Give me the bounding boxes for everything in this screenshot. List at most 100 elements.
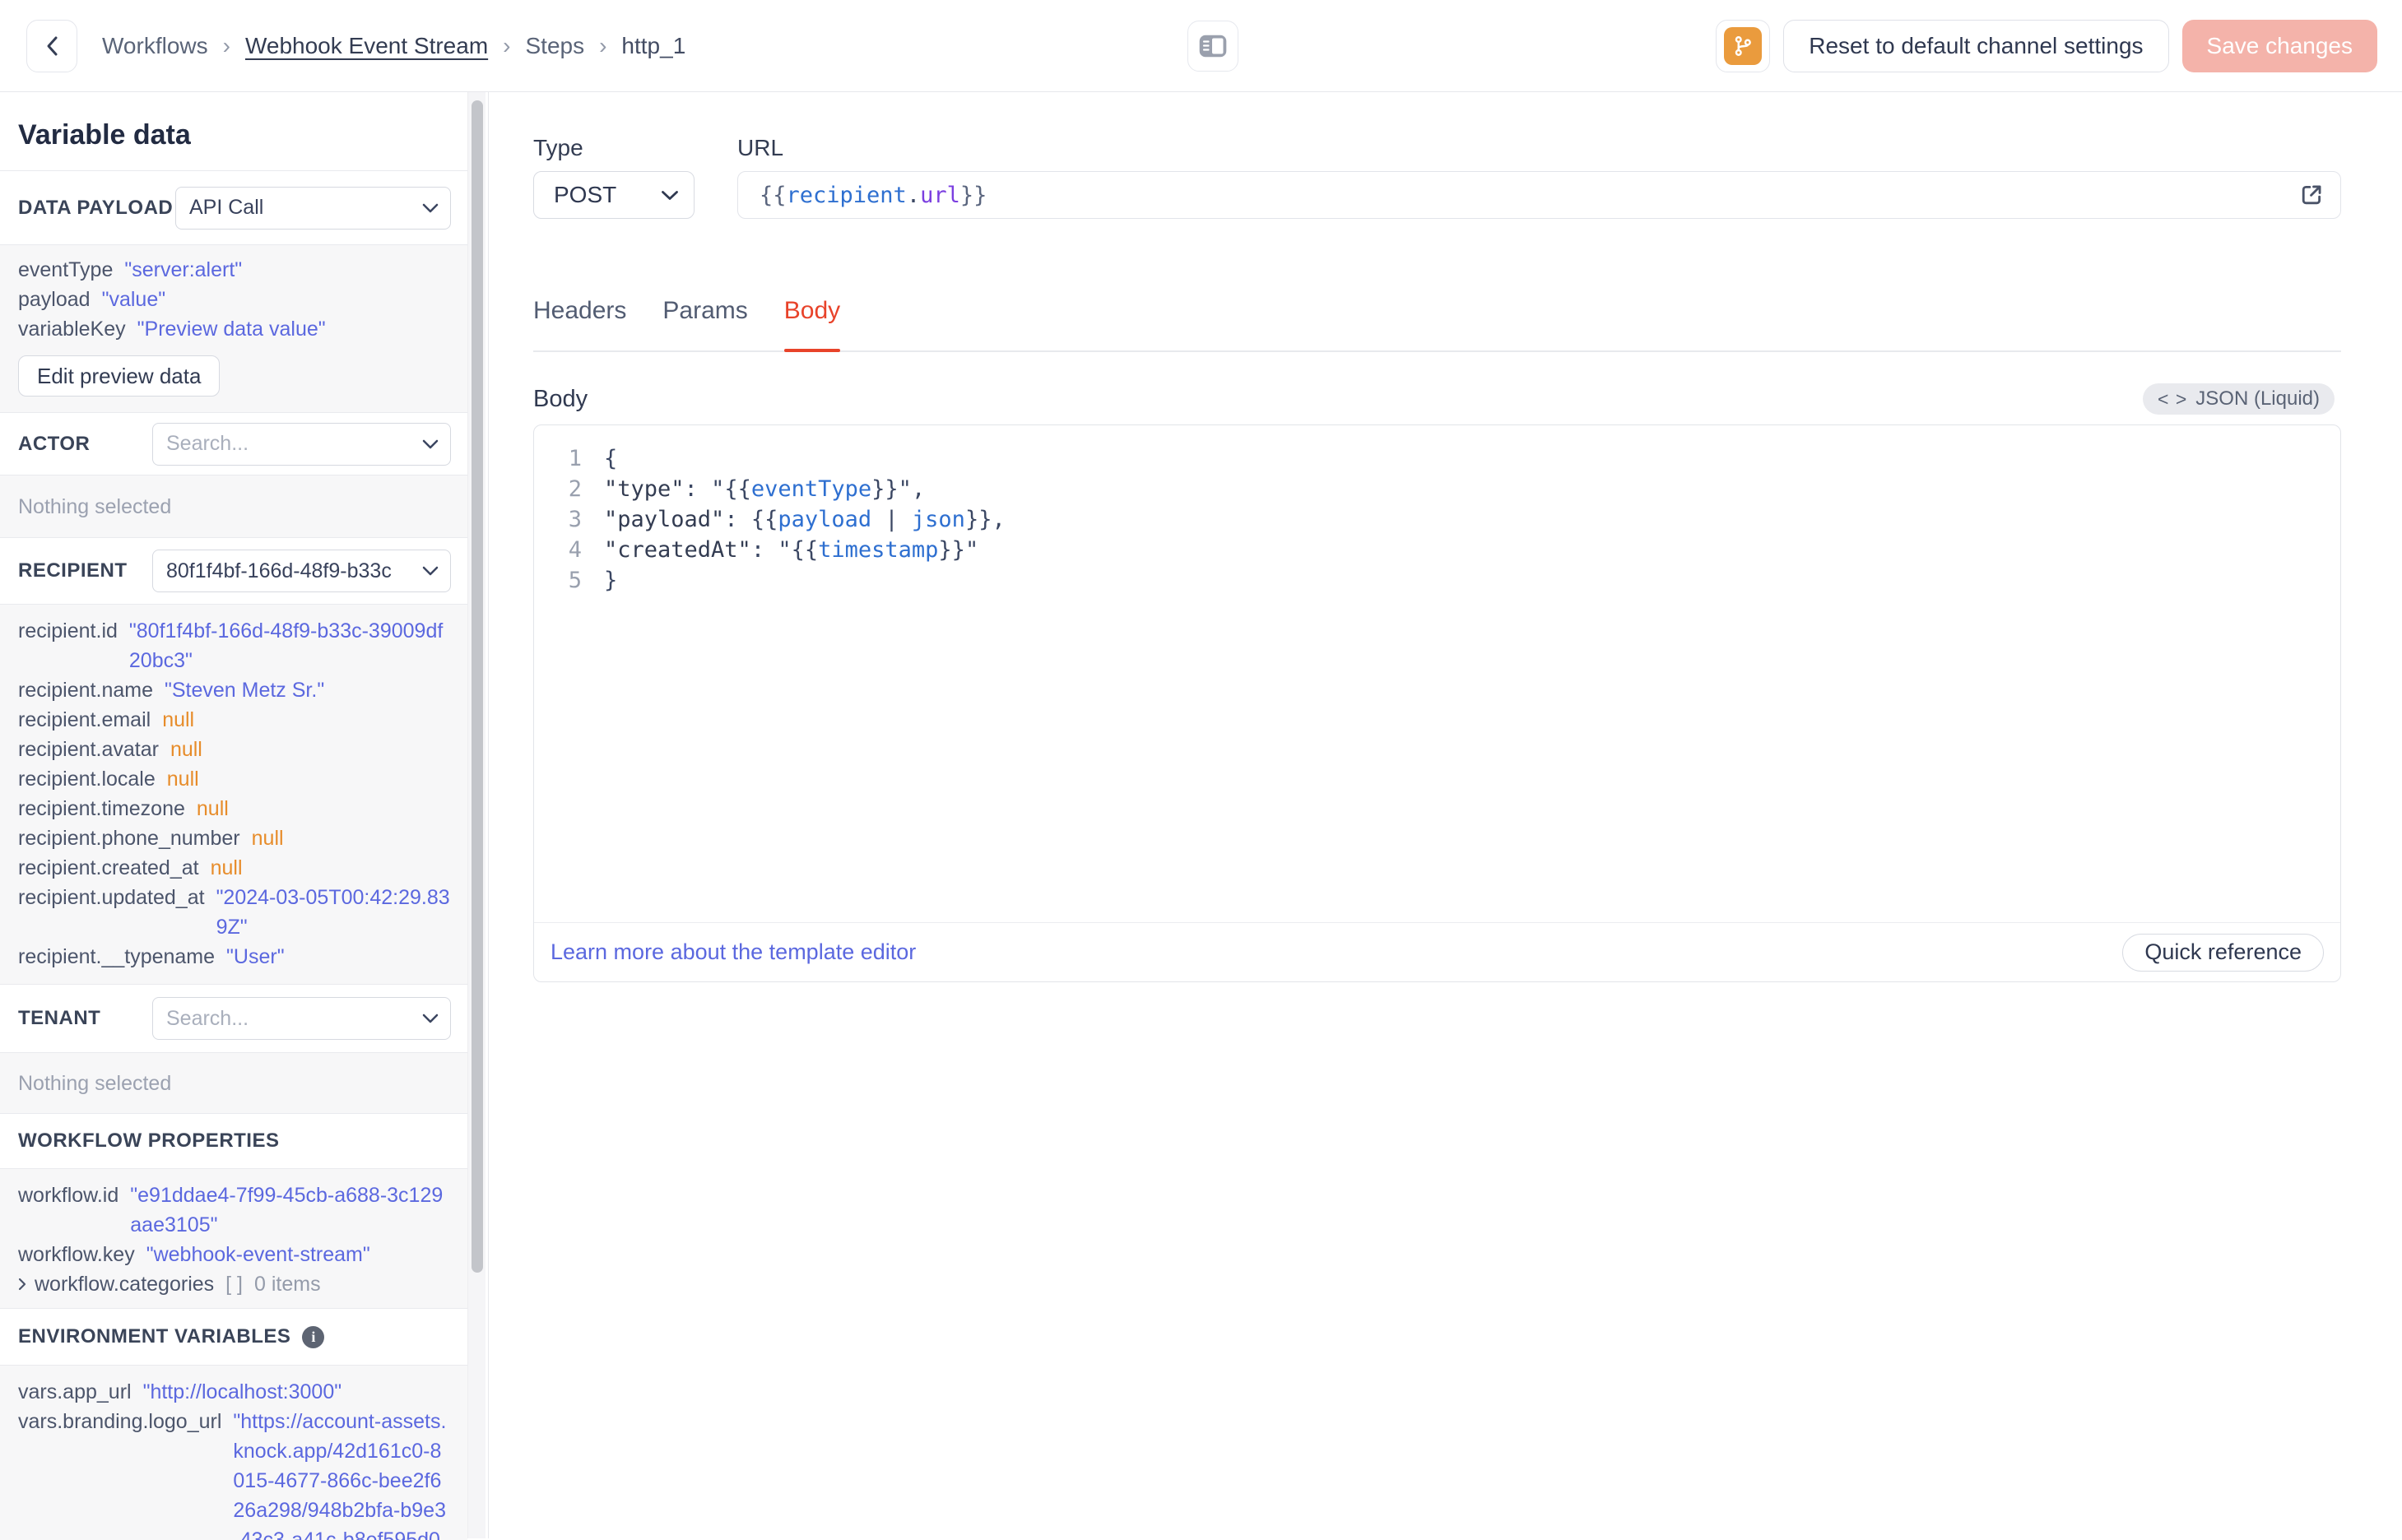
workflow-categories-expander[interactable]: workflow.categories [ ] 0 items bbox=[18, 1269, 451, 1299]
property-key: recipient.__typename bbox=[18, 945, 216, 968]
property-row: payload "value" bbox=[18, 285, 451, 314]
code-token: , bbox=[992, 507, 1006, 532]
property-value: "server:alert" bbox=[124, 258, 243, 281]
header-actions: Reset to default channel settings Save c… bbox=[1716, 19, 2377, 72]
property-value: "Preview data value" bbox=[137, 318, 326, 341]
workflow-categories-key: workflow.categories bbox=[35, 1273, 215, 1296]
editor-mode-badge: < > JSON (Liquid) bbox=[2143, 383, 2335, 415]
property-row: vars.app_url "http://localhost:3000" bbox=[18, 1377, 451, 1407]
type-label: Type bbox=[533, 135, 583, 160]
data-payload-selected-value: API Call bbox=[189, 196, 264, 219]
workflow-categories-brackets: [ ] bbox=[225, 1273, 243, 1296]
property-key: recipient.updated_at bbox=[18, 886, 205, 909]
tab-body[interactable]: Body bbox=[783, 296, 841, 352]
property-value: "e91ddae4-7f99-45cb-a688-3c129aae3105" bbox=[130, 1184, 444, 1236]
url-token: }} bbox=[959, 182, 987, 208]
chevron-down-icon bbox=[661, 190, 679, 201]
code-token: {{ bbox=[724, 476, 751, 502]
code-token: }} bbox=[964, 507, 992, 532]
url-token: . bbox=[906, 182, 921, 208]
variable-data-panel: Variable data DATA PAYLOAD API Call even… bbox=[0, 92, 489, 1540]
environment-variables-label: ENVIRONMENT VARIABLES bbox=[18, 1325, 291, 1348]
code-token: " bbox=[964, 537, 979, 563]
property-key: workflow.key bbox=[18, 1243, 135, 1266]
body-section-label: Body bbox=[533, 386, 588, 412]
quick-reference-button[interactable]: Quick reference bbox=[2122, 933, 2324, 972]
actor-search-select[interactable]: Search... bbox=[152, 422, 451, 466]
code-line: 4 "createdAt": "{{timestamp}}" bbox=[534, 535, 2340, 565]
breadcrumb-item-webhook-event-stream[interactable]: Webhook Event Stream bbox=[245, 33, 488, 59]
tab-headers[interactable]: Headers bbox=[533, 296, 626, 350]
line-number: 5 bbox=[568, 568, 582, 593]
top-bar: Workflows › Webhook Event Stream › Steps › htt… bbox=[0, 0, 2402, 92]
property-row: workflow.id "e91ddae4-7f99-45cb-a688-3c12… bbox=[18, 1181, 451, 1240]
data-payload-row: DATA PAYLOAD API Call bbox=[0, 171, 467, 245]
open-external-button[interactable] bbox=[2297, 181, 2325, 209]
external-link-icon bbox=[2302, 185, 2321, 205]
editor-footer: Learn more about the template editor Qui… bbox=[534, 922, 2340, 981]
code-editor[interactable]: 1{2 "type": "{{eventType}}", 3 "payload": {… bbox=[534, 425, 2340, 922]
request-editor-panel: Type POST URL {{recipient.url}} Headers … bbox=[489, 92, 2402, 1538]
sidebar-layout-icon bbox=[1199, 35, 1227, 58]
code-brackets-icon: < > bbox=[2158, 387, 2188, 410]
property-key: recipient.id bbox=[18, 619, 118, 642]
actor-empty-text: Nothing selected bbox=[18, 495, 172, 518]
breadcrumb-item-workflows[interactable]: Workflows bbox=[102, 33, 208, 59]
tenant-label: TENANT bbox=[18, 1007, 101, 1029]
code-token: eventType bbox=[750, 476, 872, 502]
property-row: recipient.timezone null bbox=[18, 794, 451, 823]
property-row: eventType "server:alert" bbox=[18, 255, 451, 285]
property-key: variableKey bbox=[18, 318, 126, 341]
edit-preview-data-button[interactable]: Edit preview data bbox=[18, 355, 221, 397]
actor-label: ACTOR bbox=[18, 432, 91, 455]
recipient-select[interactable]: 80f1f4bf-166d-48f9-b33c bbox=[152, 550, 451, 592]
breadcrumb-separator: › bbox=[503, 32, 511, 58]
code-token: {{ bbox=[750, 507, 778, 532]
back-button[interactable] bbox=[26, 19, 77, 72]
request-url-field: URL {{recipient.url}} bbox=[737, 135, 2341, 219]
actor-empty-section: Nothing selected bbox=[0, 475, 467, 538]
sidebar-scrollbar-thumb[interactable] bbox=[472, 100, 483, 1273]
payload-properties: eventType "server:alert" payload "value" var… bbox=[18, 255, 451, 344]
code-line: 5} bbox=[534, 565, 2340, 596]
code-line: 2 "type": "{{eventType}}", bbox=[534, 474, 2340, 504]
url-input[interactable]: {{recipient.url}} bbox=[737, 171, 2341, 219]
request-method-value: POST bbox=[554, 182, 617, 207]
workflow-categories-count: 0 items bbox=[254, 1273, 321, 1296]
property-value: null bbox=[162, 708, 195, 731]
request-method-select[interactable]: POST bbox=[533, 171, 695, 219]
property-value: "80f1f4bf-166d-48f9-b33c-39009df20bc3" bbox=[128, 619, 444, 672]
property-key: recipient.email bbox=[18, 708, 151, 731]
tab-params[interactable]: Params bbox=[662, 296, 747, 350]
data-payload-select[interactable]: API Call bbox=[175, 186, 451, 230]
code-token: " bbox=[711, 476, 725, 502]
breadcrumb: Workflows › Webhook Event Stream › Steps › htt… bbox=[102, 33, 685, 59]
info-icon[interactable]: i bbox=[302, 1325, 325, 1348]
url-token: recipient bbox=[786, 182, 907, 208]
property-value: "User" bbox=[226, 945, 285, 968]
reset-channel-settings-button[interactable]: Reset to default channel settings bbox=[1783, 19, 2169, 72]
save-changes-button[interactable]: Save changes bbox=[2181, 19, 2377, 72]
code-token: , bbox=[911, 476, 926, 502]
sidebar-scrollbar-track[interactable] bbox=[467, 92, 486, 1538]
template-editor-docs-link[interactable]: Learn more about the template editor bbox=[551, 939, 916, 965]
payload-preview-section: eventType "server:alert" payload "value" var… bbox=[0, 245, 467, 413]
code-token: timestamp bbox=[818, 537, 939, 563]
git-branch-icon bbox=[1724, 26, 1763, 65]
breadcrumb-item-http_1: http_1 bbox=[621, 32, 686, 58]
breadcrumb-item-steps[interactable]: Steps bbox=[525, 33, 584, 59]
tenant-search-select[interactable]: Search... bbox=[152, 997, 451, 1040]
property-key: recipient.locale bbox=[18, 768, 156, 791]
property-row: vars.branding.logo_url "https://account-a… bbox=[18, 1407, 451, 1540]
code-line: 3 "payload": {{payload | json}}, bbox=[534, 504, 2340, 535]
commit-changes-button[interactable] bbox=[1716, 19, 1771, 72]
line-number: 1 bbox=[568, 446, 582, 471]
property-value: null bbox=[170, 738, 202, 761]
app-window: Workflows › Webhook Event Stream › Steps › htt… bbox=[0, 0, 2402, 1540]
workflow-properties-list: workflow.id "e91ddae4-7f99-45cb-a688-3c12… bbox=[18, 1181, 451, 1269]
property-row: recipient.__typename "User" bbox=[18, 942, 451, 972]
code-token: : bbox=[684, 476, 712, 502]
property-value: "Steven Metz Sr." bbox=[164, 679, 325, 702]
toggle-sidebar-button[interactable] bbox=[1187, 21, 1238, 72]
code-content: "createdAt": "{{timestamp}}" bbox=[582, 535, 978, 565]
